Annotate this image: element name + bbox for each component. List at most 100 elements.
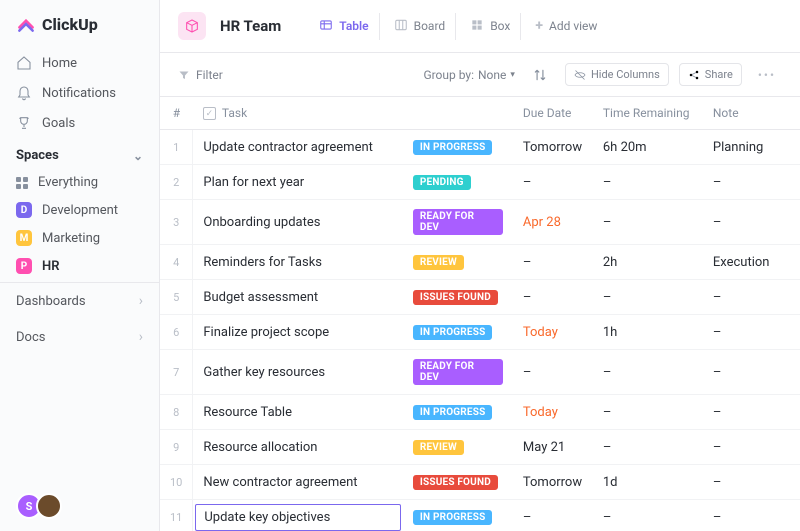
more-menu[interactable]: ••• — [752, 64, 782, 86]
task-name-cell[interactable]: Resource Table — [193, 395, 403, 430]
time-cell[interactable]: – — [593, 395, 703, 430]
status-cell[interactable]: READY FOR DEV — [403, 350, 513, 395]
time-cell[interactable]: – — [593, 350, 703, 395]
col-num[interactable]: # — [160, 97, 193, 130]
task-name-cell[interactable]: Update key objectives — [193, 500, 403, 531]
due-cell[interactable]: – — [513, 280, 593, 315]
table-row[interactable]: 9 Resource allocation REVIEW May 21 – – — [160, 430, 800, 465]
time-cell[interactable]: – — [593, 280, 703, 315]
time-cell[interactable]: 1h — [593, 315, 703, 350]
note-cell[interactable]: – — [703, 350, 800, 395]
note-cell[interactable]: – — [703, 315, 800, 350]
note-cell[interactable]: – — [703, 465, 800, 500]
filter-button[interactable]: Filter — [178, 68, 223, 82]
space-chip[interactable] — [178, 12, 206, 40]
space-everything[interactable]: Everything — [0, 169, 159, 196]
view-tab-add-view[interactable]: + Add view — [525, 13, 607, 39]
table-row[interactable]: 11 Update key objectives IN PROGRESS – –… — [160, 500, 800, 531]
due-cell[interactable]: – — [513, 245, 593, 280]
status-cell[interactable]: ISSUES FOUND — [403, 280, 513, 315]
table-row[interactable]: 6 Finalize project scope IN PROGRESS Tod… — [160, 315, 800, 350]
nav-home[interactable]: Home — [0, 48, 159, 78]
time-cell[interactable]: – — [593, 165, 703, 200]
space-development[interactable]: DDevelopment — [0, 196, 159, 224]
col-task[interactable]: Task — [193, 97, 403, 130]
time-cell[interactable]: – — [593, 200, 703, 245]
task-name-cell[interactable]: Finalize project scope — [193, 315, 403, 350]
status-cell[interactable]: PENDING — [403, 165, 513, 200]
sidebar: ClickUp Home Notifications Goals Spaces … — [0, 0, 160, 531]
table-row[interactable]: 2 Plan for next year PENDING – – – — [160, 165, 800, 200]
table-row[interactable]: 5 Budget assessment ISSUES FOUND – – – — [160, 280, 800, 315]
due-cell[interactable]: Apr 28 — [513, 200, 593, 245]
brand-logo[interactable]: ClickUp — [0, 0, 159, 46]
time-cell[interactable]: 6h 20m — [593, 130, 703, 165]
table-row[interactable]: 4 Reminders for Tasks REVIEW – 2h Execut… — [160, 245, 800, 280]
due-cell[interactable]: Today — [513, 395, 593, 430]
due-cell[interactable]: Tomorrow — [513, 465, 593, 500]
col-time[interactable]: Time Remaining — [593, 97, 703, 130]
time-cell[interactable]: 2h — [593, 245, 703, 280]
status-cell[interactable]: IN PROGRESS — [403, 130, 513, 165]
hide-columns-button[interactable]: Hide Columns — [565, 63, 669, 86]
time-cell[interactable]: – — [593, 500, 703, 531]
table-row[interactable]: 8 Resource Table IN PROGRESS Today – – — [160, 395, 800, 430]
due-cell[interactable]: Today — [513, 315, 593, 350]
table-row[interactable]: 7 Gather key resources READY FOR DEV – –… — [160, 350, 800, 395]
time-cell[interactable]: 1d — [593, 465, 703, 500]
status-cell[interactable]: REVIEW — [403, 245, 513, 280]
due-cell[interactable]: Tomorrow — [513, 130, 593, 165]
note-cell[interactable]: Execution — [703, 245, 800, 280]
task-name-cell[interactable]: Resource allocation — [193, 430, 403, 465]
note-cell[interactable]: – — [703, 395, 800, 430]
task-name-cell[interactable]: Gather key resources — [193, 350, 403, 395]
task-name-cell[interactable]: Budget assessment — [193, 280, 403, 315]
due-cell[interactable]: – — [513, 165, 593, 200]
col-status[interactable] — [403, 97, 513, 130]
table-row[interactable]: 10 New contractor agreement ISSUES FOUND… — [160, 465, 800, 500]
due-cell[interactable]: – — [513, 500, 593, 531]
space-hr[interactable]: PHR — [0, 252, 159, 280]
note-cell[interactable]: – — [703, 430, 800, 465]
nav-notifications[interactable]: Notifications — [0, 78, 159, 108]
task-name-cell[interactable]: Plan for next year — [193, 165, 403, 200]
share-button[interactable]: Share — [679, 63, 742, 86]
view-tab-box[interactable]: Box — [460, 13, 521, 40]
avatar[interactable] — [36, 493, 62, 519]
sort-button[interactable] — [525, 64, 555, 86]
task-name-cell[interactable]: Reminders for Tasks — [193, 245, 403, 280]
view-tab-board[interactable]: Board — [384, 13, 457, 40]
col-note[interactable]: Note — [703, 97, 800, 130]
table-scroll[interactable]: # Task Due Date Time Remaining Note 1 Up… — [160, 97, 800, 531]
status-cell[interactable]: ISSUES FOUND — [403, 465, 513, 500]
side-docs[interactable]: Docs › — [0, 319, 159, 355]
groupby-selector[interactable]: Group by: None ▾ — [423, 68, 515, 82]
note-cell[interactable]: – — [703, 165, 800, 200]
note-cell[interactable]: – — [703, 200, 800, 245]
note-cell[interactable]: – — [703, 500, 800, 531]
status-cell[interactable]: IN PROGRESS — [403, 315, 513, 350]
side-dashboards[interactable]: Dashboards › — [0, 283, 159, 319]
table-row[interactable]: 1 Update contractor agreement IN PROGRES… — [160, 130, 800, 165]
space-marketing[interactable]: MMarketing — [0, 224, 159, 252]
status-cell[interactable]: REVIEW — [403, 430, 513, 465]
due-cell[interactable]: May 21 — [513, 430, 593, 465]
col-due[interactable]: Due Date — [513, 97, 593, 130]
time-cell[interactable]: – — [593, 430, 703, 465]
view-tab-table[interactable]: Table — [309, 13, 379, 40]
row-num: 10 — [160, 465, 193, 500]
status-cell[interactable]: IN PROGRESS — [403, 395, 513, 430]
share-label: Share — [705, 68, 733, 81]
user-avatars[interactable]: S — [0, 481, 159, 531]
task-name-cell[interactable]: Onboarding updates — [193, 200, 403, 245]
note-cell[interactable]: Planning — [703, 130, 800, 165]
due-cell[interactable]: – — [513, 350, 593, 395]
spaces-header[interactable]: Spaces ⌄ — [0, 140, 159, 169]
status-cell[interactable]: READY FOR DEV — [403, 200, 513, 245]
task-name-cell[interactable]: Update contractor agreement — [193, 130, 403, 165]
status-cell[interactable]: IN PROGRESS — [403, 500, 513, 531]
note-cell[interactable]: – — [703, 280, 800, 315]
task-name-cell[interactable]: New contractor agreement — [193, 465, 403, 500]
table-row[interactable]: 3 Onboarding updates READY FOR DEV Apr 2… — [160, 200, 800, 245]
nav-goals[interactable]: Goals — [0, 108, 159, 138]
